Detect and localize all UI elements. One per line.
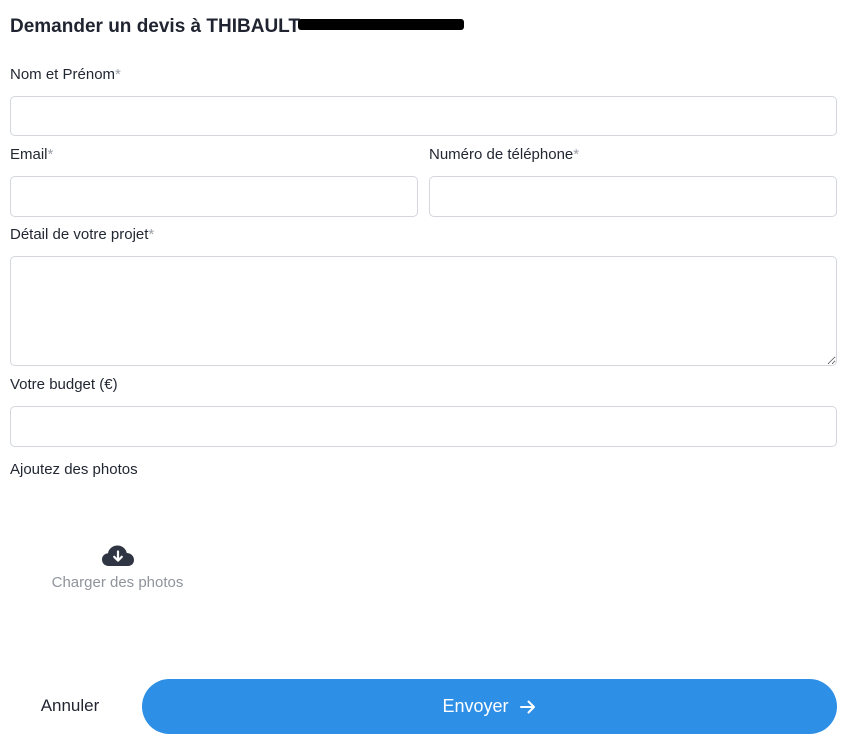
- budget-label-text: Votre budget (€): [10, 376, 118, 393]
- details-textarea[interactable]: [10, 256, 837, 366]
- cloud-download-icon: [101, 545, 134, 566]
- arrow-right-icon: [519, 700, 535, 713]
- required-mark: *: [148, 226, 155, 243]
- email-input[interactable]: [10, 176, 418, 217]
- required-mark: *: [115, 66, 121, 83]
- form-title: Demander un devis à THIBAULT: [10, 16, 464, 38]
- phone-input[interactable]: [429, 176, 837, 217]
- email-label-text: Email: [10, 146, 48, 163]
- upload-photos-button[interactable]: Charger des photos: [30, 540, 205, 610]
- budget-label: Votre budget (€): [10, 376, 118, 393]
- name-input[interactable]: [10, 96, 837, 136]
- details-label: Détail de votre projet*: [10, 226, 154, 243]
- form-title-text: Demander un devis à THIBAULT: [10, 16, 300, 37]
- phone-label: Numéro de téléphone*: [429, 146, 579, 163]
- name-label-text: Nom et Prénom: [10, 66, 116, 83]
- phone-label-text: Numéro de téléphone: [429, 146, 574, 163]
- submit-button[interactable]: Envoyer: [142, 679, 837, 734]
- submit-button-label: Envoyer: [442, 696, 509, 716]
- photos-label: Ajoutez des photos: [10, 461, 138, 478]
- email-label: Email*: [10, 146, 53, 163]
- required-mark: *: [573, 146, 580, 163]
- budget-input[interactable]: [10, 406, 837, 447]
- cancel-button[interactable]: Annuler: [20, 683, 120, 729]
- upload-photos-text: Charger des photos: [51, 574, 184, 591]
- details-label-text: Détail de votre projet: [10, 226, 149, 243]
- name-label: Nom et Prénom*: [10, 66, 121, 83]
- redaction-bar: [297, 19, 464, 31]
- required-mark: *: [47, 146, 54, 163]
